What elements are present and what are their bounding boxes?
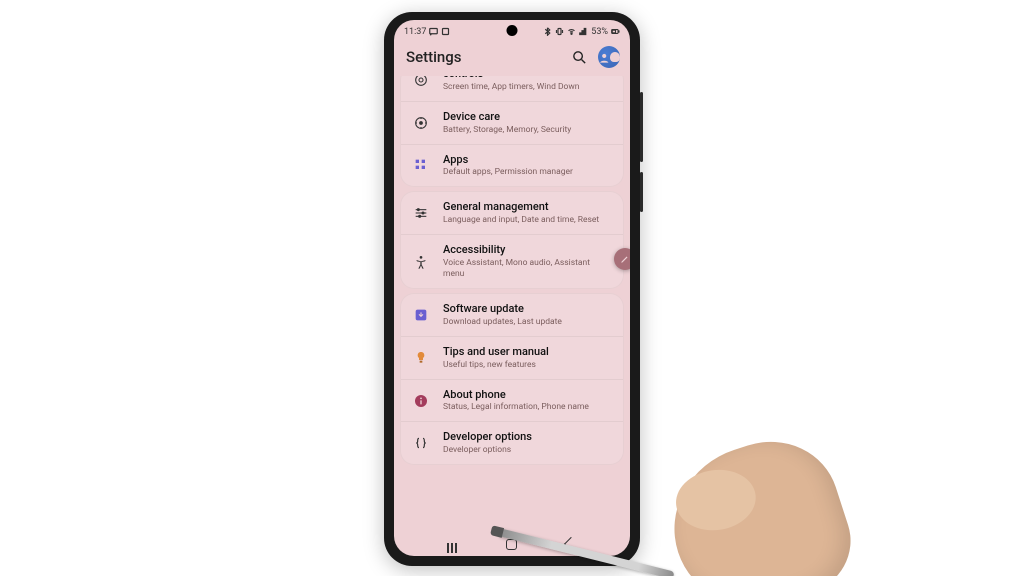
notification-icon [441,27,450,36]
battery-text: 53% [591,27,608,37]
tips-icon [411,348,431,368]
recents-icon [447,543,459,545]
search-button[interactable] [568,46,590,68]
settings-item-software-update[interactable]: Software update Download updates, Last u… [401,294,623,337]
pencil-icon [620,254,630,264]
app-header: Settings [394,40,630,76]
settings-item-developer-options[interactable]: Developer options Developer options [401,422,623,464]
item-title: General management [443,200,613,214]
volume-button[interactable] [640,92,643,162]
settings-list[interactable]: controls Screen time, App timers, Wind D… [394,76,630,532]
wifi-icon [567,27,576,36]
item-sub: Voice Assistant, Mono audio, Assistant m… [443,258,613,280]
settings-item-device-care[interactable]: Device care Battery, Storage, Memory, Se… [401,102,623,145]
controls-icon [411,76,431,90]
item-sub: Status, Legal information, Phone name [443,402,613,413]
item-title: Developer options [443,430,613,444]
settings-item-general-management[interactable]: General management Language and input, D… [401,192,623,235]
item-title: Device care [443,110,613,124]
settings-item-accessibility[interactable]: Accessibility Voice Assistant, Mono audi… [401,235,623,288]
developer-icon [411,433,431,453]
general-icon [411,203,431,223]
item-title: controls [443,76,613,81]
search-icon [571,49,588,66]
settings-item-about-phone[interactable]: About phone Status, Legal information, P… [401,380,623,423]
settings-item-apps[interactable]: Apps Default apps, Permission manager [401,145,623,187]
person-icon [598,51,610,64]
signal-icon [579,27,588,36]
phone-frame: 11:37 53% Settings [384,12,640,566]
item-sub: Screen time, App timers, Wind Down [443,82,613,93]
settings-item-controls[interactable]: controls Screen time, App timers, Wind D… [401,76,623,102]
message-icon [429,27,438,36]
item-title: Accessibility [443,243,613,257]
settings-item-tips[interactable]: Tips and user manual Useful tips, new fe… [401,337,623,380]
power-button[interactable] [640,172,643,212]
item-sub: Language and input, Date and time, Reset [443,215,613,226]
item-sub: Developer options [443,445,613,456]
item-sub: Default apps, Permission manager [443,167,613,178]
hand [653,424,864,576]
phone-screen: 11:37 53% Settings [394,20,630,556]
item-title: Tips and user manual [443,345,613,359]
item-title: About phone [443,388,613,402]
status-time: 11:37 [404,27,426,37]
item-sub: Battery, Storage, Memory, Security [443,125,613,136]
item-title: Apps [443,153,613,167]
profile-avatar[interactable] [598,46,620,68]
vibrate-icon [555,27,564,36]
battery-icon [611,27,620,36]
apps-icon [411,155,431,175]
accessibility-icon [411,252,431,272]
about-icon [411,391,431,411]
page-title: Settings [406,48,560,66]
device-care-icon [411,113,431,133]
item-sub: Useful tips, new features [443,360,613,371]
recents-button[interactable] [438,543,468,545]
bluetooth-icon [543,27,552,36]
software-update-icon [411,305,431,325]
item-sub: Download updates, Last update [443,317,613,328]
front-camera [507,25,518,36]
item-title: Software update [443,302,613,316]
edit-fab[interactable] [614,248,630,270]
